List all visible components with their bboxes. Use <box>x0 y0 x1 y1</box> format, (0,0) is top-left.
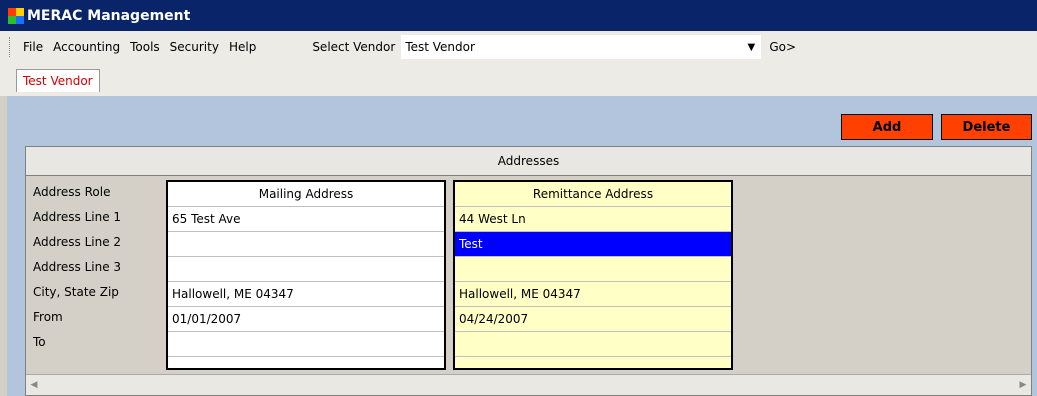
row-label-city-state-zip: City, State Zip <box>33 285 119 299</box>
mailing-address-line-1[interactable]: 65 Test Ave <box>168 207 444 232</box>
menu-file[interactable]: File <box>19 40 49 54</box>
tab-strip: Test Vendor <box>0 63 1037 96</box>
mailing-address-role[interactable]: Mailing Address <box>168 182 444 207</box>
remittance-city-state-zip[interactable]: Hallowell, ME 04347 <box>455 282 731 307</box>
menu-bar: File Accounting Tools Security Help Sele… <box>0 31 1037 64</box>
row-label-address-line-3: Address Line 3 <box>33 260 122 274</box>
addresses-header: Addresses <box>26 147 1031 176</box>
menu-tools[interactable]: Tools <box>126 40 166 54</box>
remittance-to[interactable] <box>455 332 731 357</box>
remittance-address-line-1[interactable]: 44 West Ln <box>455 207 731 232</box>
mailing-to[interactable] <box>168 332 444 357</box>
toolbar-grip <box>9 37 13 57</box>
remittance-address-column: Remittance Address 44 West Ln Test Hallo… <box>453 180 733 370</box>
app-icon <box>8 7 24 24</box>
select-vendor-label: Select Vendor <box>312 40 396 54</box>
remittance-from[interactable]: 04/24/2007 <box>455 307 731 332</box>
remittance-address-role[interactable]: Remittance Address <box>455 182 731 207</box>
scroll-right-icon[interactable]: ▶ <box>1015 377 1031 393</box>
add-button[interactable]: Add <box>841 114 933 140</box>
tab-test-vendor[interactable]: Test Vendor <box>16 69 100 92</box>
row-label-address-line-1: Address Line 1 <box>33 210 122 224</box>
window-title: MERAC Management <box>27 7 191 24</box>
menu-accounting[interactable]: Accounting <box>49 40 126 54</box>
scroll-left-icon[interactable]: ◀ <box>26 377 42 393</box>
mailing-address-line-2[interactable] <box>168 232 444 257</box>
row-label-to: To <box>33 335 46 349</box>
menu-help[interactable]: Help <box>225 40 262 54</box>
remittance-address-line-3[interactable] <box>455 257 731 282</box>
row-label-address-line-2: Address Line 2 <box>33 235 122 249</box>
go-button[interactable]: Go> <box>765 40 800 54</box>
vendor-select[interactable]: Test Vendor ▼ <box>401 35 762 59</box>
row-label-address-role: Address Role <box>33 185 111 199</box>
remittance-address-line-2[interactable]: Test <box>455 232 731 257</box>
mailing-city-state-zip[interactable]: Hallowell, ME 04347 <box>168 282 444 307</box>
title-bar: MERAC Management <box>0 0 1037 31</box>
row-labels: Address Role Address Line 1 Address Line… <box>26 180 166 355</box>
mailing-address-column: Mailing Address 65 Test Ave Hallowell, M… <box>166 180 446 370</box>
horizontal-scrollbar[interactable]: ◀ ▶ <box>26 374 1031 395</box>
mailing-from[interactable]: 01/01/2007 <box>168 307 444 332</box>
dropdown-arrow-icon[interactable]: ▼ <box>741 42 761 53</box>
menu-security[interactable]: Security <box>166 40 225 54</box>
delete-button[interactable]: Delete <box>941 114 1032 140</box>
mailing-address-line-3[interactable] <box>168 257 444 282</box>
addresses-grid: Addresses Address Role Address Line 1 Ad… <box>25 146 1032 396</box>
row-label-from: From <box>33 310 63 324</box>
vendor-panel: Add Delete Addresses Address Role Addres… <box>7 96 1037 396</box>
vendor-select-value: Test Vendor <box>405 40 475 54</box>
